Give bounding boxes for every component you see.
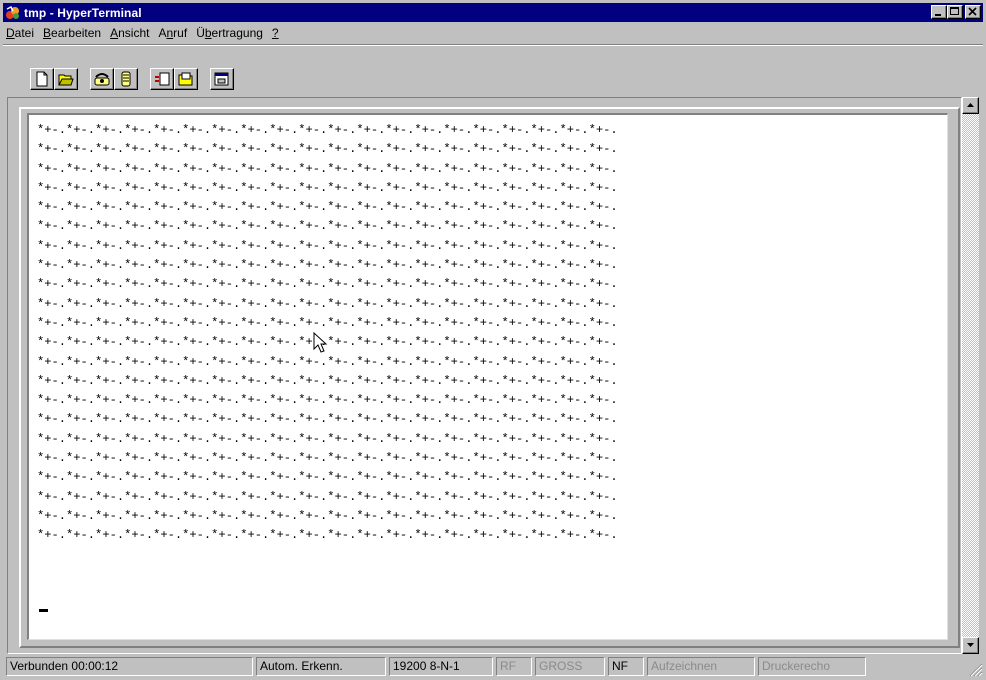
status-bar: Verbunden 00:00:12 Autom. Erkenn. 19200 … xyxy=(3,656,983,677)
call-button[interactable] xyxy=(90,68,114,90)
mouse-pointer-icon xyxy=(313,332,328,353)
menu-ansicht[interactable]: Ansicht xyxy=(107,26,155,40)
hyperterminal-app-icon[interactable] xyxy=(5,5,21,21)
status-autodetect: Autom. Erkenn. xyxy=(256,657,386,676)
arrow-down-icon xyxy=(967,643,974,647)
maximize-icon xyxy=(950,7,959,15)
minimize-button[interactable] xyxy=(931,5,947,19)
status-rf: RF xyxy=(496,657,532,676)
status-nf: NF xyxy=(608,657,644,676)
send-icon xyxy=(155,72,170,86)
disconnect-button[interactable] xyxy=(114,68,138,90)
title-bar[interactable]: tmp - HyperTerminal xyxy=(3,3,983,22)
new-icon xyxy=(36,71,48,87)
toolbar xyxy=(3,48,983,96)
disconnect-icon xyxy=(121,71,131,87)
connect-icon xyxy=(94,73,110,86)
toolbar-separator xyxy=(3,44,983,46)
close-button[interactable] xyxy=(965,5,981,19)
text-cursor xyxy=(39,609,48,612)
properties-icon xyxy=(214,72,229,86)
menu-uebertragung[interactable]: Übertragung xyxy=(193,26,269,40)
arrow-up-icon xyxy=(967,103,974,107)
receive-file-button[interactable] xyxy=(174,68,198,90)
menu-datei[interactable]: Datei xyxy=(3,26,40,40)
maximize-button[interactable] xyxy=(947,5,963,19)
open-icon xyxy=(58,74,74,86)
terminal-screen[interactable]: *+-.*+-.*+-.*+-.*+-.*+-.*+-.*+-.*+-.*+-.… xyxy=(27,113,948,640)
vertical-scrollbar[interactable] xyxy=(962,97,979,654)
menu-bearbeiten[interactable]: Bearbeiten xyxy=(40,26,107,40)
status-port-settings: 19200 8-N-1 xyxy=(389,657,493,676)
close-icon xyxy=(968,7,977,16)
receive-icon xyxy=(178,72,193,86)
window-title: tmp - HyperTerminal xyxy=(24,5,142,20)
menu-anruf[interactable]: Anruf xyxy=(155,26,193,40)
status-gross: GROSS xyxy=(535,657,605,676)
new-connection-button[interactable] xyxy=(30,68,54,90)
scroll-up-button[interactable] xyxy=(962,97,979,114)
menu-help[interactable]: ? xyxy=(269,26,285,40)
open-button[interactable] xyxy=(54,68,78,90)
status-capture: Aufzeichnen xyxy=(647,657,755,676)
status-print-echo: Druckerecho xyxy=(758,657,866,676)
scroll-down-button[interactable] xyxy=(962,637,979,654)
menu-bar: Datei Bearbeiten Ansicht Anruf Übertragu… xyxy=(3,24,285,42)
minimize-icon xyxy=(935,14,941,16)
resize-grip-icon[interactable] xyxy=(969,663,983,677)
status-connection-time: Verbunden 00:00:12 xyxy=(6,657,253,676)
send-file-button[interactable] xyxy=(150,68,174,90)
hyperterminal-window: tmp - HyperTerminal Datei Bearbeiten Ans… xyxy=(0,0,986,680)
properties-button[interactable] xyxy=(210,68,234,90)
